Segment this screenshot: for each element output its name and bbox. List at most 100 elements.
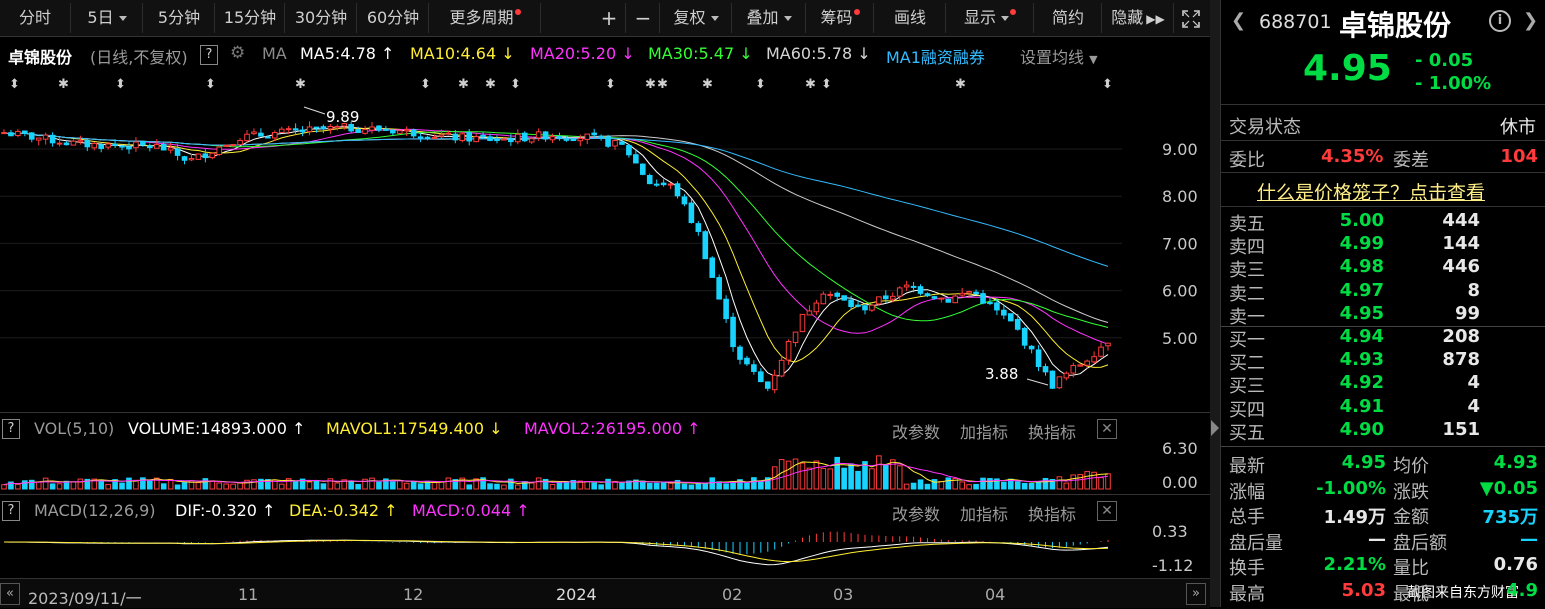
overlay-button[interactable]: 叠加 <box>733 3 806 33</box>
tab-label: 更多周期 <box>449 8 514 27</box>
event-marker-icon[interactable]: ⬍ <box>205 77 216 92</box>
volume-bar <box>688 484 695 490</box>
candle-body <box>22 130 28 134</box>
event-marker-icon[interactable]: ⬍ <box>510 77 521 92</box>
bid-row[interactable]: 买四 4.91 4 <box>1221 396 1545 421</box>
candle-body <box>716 277 722 300</box>
volume-bar <box>987 478 993 490</box>
price-cage-link[interactable]: 什么是价格笼子？点击查看 <box>1257 178 1485 205</box>
event-marker-icon[interactable]: ⬍ <box>1102 77 1113 92</box>
date-label: 03 <box>833 585 854 604</box>
candle-body <box>306 126 313 133</box>
event-marker-icon[interactable]: ⬍ <box>115 77 126 92</box>
chips-button[interactable]: 筹码 <box>807 3 874 33</box>
help-icon[interactable]: ? <box>2 501 20 521</box>
draw-line-button[interactable]: 画线 <box>875 3 946 33</box>
event-marker-icon[interactable]: ⬍ <box>9 77 20 92</box>
vol-param-button[interactable]: 改参数 <box>892 419 940 443</box>
adjust-button[interactable]: 复权 <box>661 3 732 33</box>
bid-row[interactable]: 买一 4.94 208 <box>1221 326 1545 351</box>
ma5-text: MA5:4.78 <box>300 44 376 63</box>
event-marker-icon[interactable]: ✱ <box>702 77 713 92</box>
event-marker-icon[interactable]: ✱ <box>657 77 668 92</box>
macd-chart[interactable]: 0.33 -1.12 <box>0 524 1210 578</box>
simple-mode-button[interactable]: 简约 <box>1035 3 1102 33</box>
event-marker-icon[interactable]: ✱ <box>645 77 656 92</box>
prev-stock-icon[interactable]: ❮ <box>1231 10 1246 31</box>
macd-swap-button[interactable]: 换指标 <box>1028 501 1076 525</box>
close-icon[interactable]: ✕ <box>1097 419 1117 439</box>
event-marker-icon[interactable]: ⬍ <box>605 77 616 92</box>
scroll-left-button[interactable]: « <box>0 583 20 605</box>
quote-panel: ❮ 688701 卓锦股份 i ❯ 4.95 - 0.05 - 1.00% 交易… <box>1220 0 1545 607</box>
event-marker-icon[interactable]: ✱ <box>295 77 306 92</box>
candle-body <box>188 157 195 161</box>
candle-body <box>320 126 327 130</box>
ask-row[interactable]: 卖一 4.95 99 <box>1221 303 1545 328</box>
event-marker-icon[interactable]: ⬍ <box>755 77 766 92</box>
event-marker-icon[interactable]: ⬍ <box>821 77 832 92</box>
volume-bar <box>549 483 556 490</box>
stat-value: -1.00% <box>1316 477 1386 499</box>
volume-bar <box>799 462 806 490</box>
event-marker-icon[interactable]: ✱ <box>805 77 816 92</box>
volume-bar <box>855 470 861 490</box>
tab-60min[interactable]: 60分钟 <box>358 3 429 33</box>
candle-body <box>653 183 660 186</box>
ask-row[interactable]: 卖五 5.00 444 <box>1221 210 1545 235</box>
zoom-in-button[interactable]: + <box>593 3 626 33</box>
ask-row[interactable]: 卖三 4.98 446 <box>1221 256 1545 281</box>
collapse-arrow-icon[interactable] <box>1211 420 1219 436</box>
next-stock-icon[interactable]: ❯ <box>1523 10 1538 31</box>
help-icon[interactable]: ? <box>200 45 218 65</box>
vol-add-button[interactable]: 加指标 <box>960 419 1008 443</box>
candle-body <box>924 293 931 297</box>
display-button[interactable]: 显示 <box>947 3 1034 33</box>
candle-body <box>646 174 653 185</box>
gear-icon[interactable]: ⚙ <box>230 43 245 63</box>
volume-chart[interactable]: 6.30 0.00 <box>0 442 1210 494</box>
help-icon[interactable]: ? <box>2 419 20 439</box>
tab-5min[interactable]: 5分钟 <box>144 3 215 33</box>
candle-body <box>758 371 764 383</box>
macd-add-button[interactable]: 加指标 <box>960 501 1008 525</box>
macd-param-button[interactable]: 改参数 <box>892 501 940 525</box>
ask-row[interactable]: 卖二 4.97 8 <box>1221 280 1545 305</box>
set-ma-button[interactable]: 设置均线 ▼ <box>1020 44 1098 68</box>
event-marker-icon[interactable]: ✱ <box>955 77 966 92</box>
tab-5day[interactable]: 5日 <box>72 3 143 33</box>
event-marker-icon[interactable]: ✱ <box>58 77 69 92</box>
volume-bar <box>535 477 542 490</box>
candle-body <box>959 292 965 296</box>
fullscreen-button[interactable] <box>1176 3 1206 33</box>
tab-more-periods[interactable]: 更多周期 <box>430 3 541 33</box>
candle-body <box>202 153 209 159</box>
ma1-margin[interactable]: MA1融资融券 <box>886 44 985 68</box>
price-tick: 8.00 <box>1162 187 1198 206</box>
ask-row[interactable]: 卖四 4.99 144 <box>1221 233 1545 258</box>
candle-body <box>674 183 681 197</box>
tab-intraday[interactable]: 分时 <box>0 3 71 33</box>
candle-body <box>431 136 438 139</box>
bid-row[interactable]: 买五 4.90 151 <box>1221 419 1545 444</box>
tool-label: 筹码 <box>820 8 853 27</box>
panel-splitter[interactable] <box>1210 0 1220 607</box>
scroll-right-button[interactable]: » <box>1186 583 1206 605</box>
event-marker-icon[interactable]: ⬍ <box>420 77 431 92</box>
event-marker-icon[interactable]: ✱ <box>485 77 496 92</box>
close-icon[interactable]: ✕ <box>1097 501 1117 521</box>
zoom-out-button[interactable]: − <box>627 3 660 33</box>
candle-body <box>15 130 21 137</box>
vol-swap-button[interactable]: 换指标 <box>1028 419 1076 443</box>
double-chevron-right-icon: ▶▶ <box>1146 12 1165 26</box>
bid-row[interactable]: 买三 4.92 4 <box>1221 372 1545 397</box>
tab-30min[interactable]: 30分钟 <box>286 3 357 33</box>
info-icon[interactable]: i <box>1489 10 1511 32</box>
hide-button[interactable]: 隐藏 ▶▶ <box>1103 3 1174 33</box>
tab-15min[interactable]: 15分钟 <box>216 3 285 33</box>
chevron-down-icon <box>783 16 792 21</box>
candle-body <box>605 136 611 147</box>
bid-row[interactable]: 买二 4.93 878 <box>1221 349 1545 374</box>
event-marker-icon[interactable]: ✱ <box>458 77 469 92</box>
candlestick-chart[interactable]: ⬍ ✱ ⬍ ⬍ ✱ ⬍ ✱ ✱ ⬍ ⬍ ✱ ✱ ✱ ⬍ ✱ ⬍ ✱ ⬍ 9.89 3.88 9.008.007.0… <box>0 66 1210 412</box>
